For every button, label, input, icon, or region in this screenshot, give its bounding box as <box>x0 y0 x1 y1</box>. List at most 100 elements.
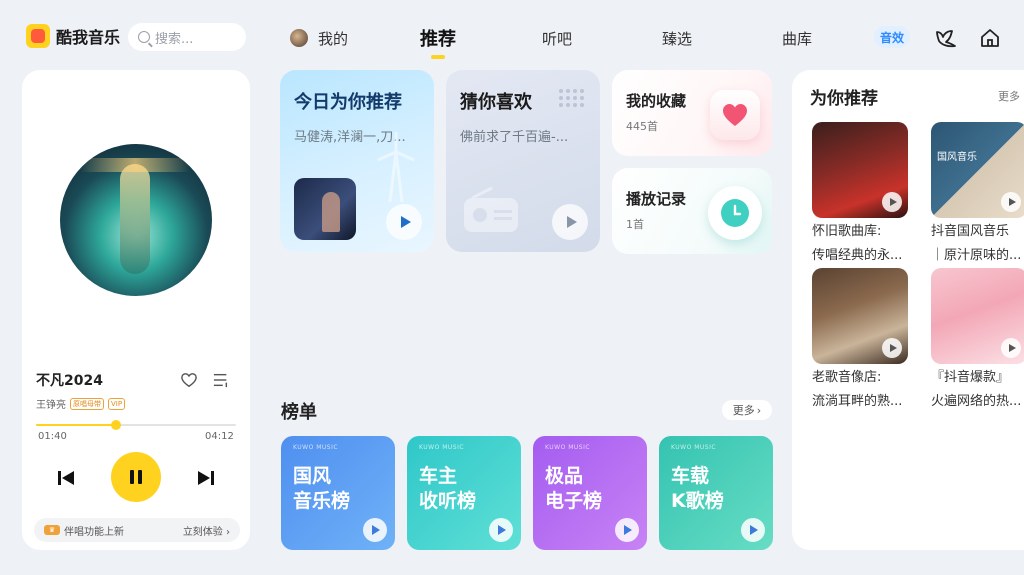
heart-icon <box>723 104 747 126</box>
sound-effect-button[interactable]: 音效 <box>874 26 910 48</box>
now-playing-card: 不凡2024 王铮亮 原唱母带 VIP 01:40 04:12 ♛ 伴唱功能上新 <box>22 70 250 550</box>
progress-fill <box>36 424 116 426</box>
recommend-more-button[interactable]: 更多 <box>998 88 1020 104</box>
recommend-item[interactable]: 老歌音像店: 流淌耳畔的熟... <box>812 268 908 412</box>
play-icon <box>400 216 411 228</box>
play-icon <box>566 216 577 228</box>
history-icon-box <box>708 186 762 240</box>
today-play-button[interactable] <box>386 204 422 240</box>
top-bar: 酷我音乐 搜索... 我的 推荐 听吧 臻选 曲库 音效 <box>0 0 1024 70</box>
windmill-decoration-icon <box>377 132 415 202</box>
song-title: 不凡2024 <box>36 373 103 389</box>
today-recommend-card[interactable]: 今日为你推荐 马健涛,洋澜一,刀... <box>280 70 434 252</box>
crown-icon: ♛ <box>44 525 60 535</box>
recommend-thumbnail <box>931 268 1024 364</box>
car-link-icon[interactable] <box>934 26 958 50</box>
tab-tingba-label: 听吧 <box>542 29 573 48</box>
song-artist-row: 王铮亮 原唱母带 VIP <box>36 396 126 411</box>
tab-recommend[interactable]: 推荐 <box>420 24 456 59</box>
recommend-item[interactable]: 国风音乐 抖音国风音乐 ｜原汁原味的... <box>931 122 1024 266</box>
charts-more-button[interactable]: 更多 › <box>722 400 772 420</box>
guess-play-button[interactable] <box>552 204 588 240</box>
charts-section-title: 榜单 <box>281 402 317 423</box>
app-logo[interactable]: 酷我音乐 <box>26 24 120 48</box>
progress-handle[interactable] <box>111 420 121 430</box>
chart-brand: KUWO MUSIC <box>545 444 591 451</box>
total-time: 04:12 <box>205 431 234 442</box>
feature-action[interactable]: 立刻体验 › <box>183 523 230 538</box>
sing-along-banner[interactable]: ♛ 伴唱功能上新 立刻体验 › <box>34 518 240 542</box>
favorites-icon-box <box>710 90 760 140</box>
recommend-caption-2: 火遍网络的热... <box>931 394 1022 409</box>
vip-tag: VIP <box>108 397 126 410</box>
recommend-caption-1: 『抖音爆款』 <box>931 370 1010 385</box>
play-icon[interactable] <box>615 518 639 542</box>
chart-name: 车主 收听榜 <box>419 465 477 512</box>
recommend-item[interactable]: 『抖音爆款』 火遍网络的热... <box>931 268 1024 412</box>
play-icon[interactable] <box>741 518 765 542</box>
play-icon <box>882 338 902 358</box>
chart-name: 国风 音乐榜 <box>293 465 351 512</box>
recommend-caption-1: 怀旧歌曲库: <box>812 224 882 239</box>
guess-subtitle: 佛前求了千百遍-... <box>460 130 569 145</box>
today-title: 今日为你推荐 <box>294 92 402 113</box>
clock-icon <box>721 199 749 227</box>
history-title: 播放记录 <box>626 190 687 208</box>
chart-card[interactable]: KUWO MUSIC 车载 K歌榜 <box>659 436 773 550</box>
home-icon[interactable] <box>978 26 1002 50</box>
feature-text: 伴唱功能上新 <box>64 526 124 538</box>
heart-icon[interactable] <box>180 372 198 388</box>
guess-you-like-card[interactable]: 猜你喜欢 佛前求了千百遍-... <box>446 70 600 252</box>
recommend-caption-1: 老歌音像店: <box>812 370 882 385</box>
chart-card[interactable]: KUWO MUSIC 国风 音乐榜 <box>281 436 395 550</box>
radio-icon <box>464 186 518 232</box>
chevron-right-icon: › <box>756 403 762 417</box>
current-time: 01:40 <box>38 431 67 442</box>
progress-bar[interactable] <box>36 420 236 430</box>
previous-icon[interactable] <box>56 468 76 488</box>
chart-brand: KUWO MUSIC <box>671 444 717 451</box>
play-icon[interactable] <box>363 518 387 542</box>
chart-name: 极品 电子榜 <box>545 465 603 512</box>
tab-tingba[interactable]: 听吧 <box>542 24 572 52</box>
today-thumbnail <box>294 178 356 240</box>
tab-mine[interactable]: 我的 <box>290 24 348 52</box>
recommend-thumbnail <box>812 268 908 364</box>
recommend-caption-2: 流淌耳畔的熟... <box>812 394 903 409</box>
avatar <box>290 29 308 47</box>
chart-card[interactable]: KUWO MUSIC 车主 收听榜 <box>407 436 521 550</box>
next-icon[interactable] <box>196 468 216 488</box>
guess-title: 猜你喜欢 <box>460 92 532 113</box>
recommend-caption-2: 传唱经典的永... <box>812 248 903 263</box>
play-icon <box>1001 192 1021 212</box>
favorites-count: 445首 <box>626 120 658 133</box>
recommend-caption-1: 抖音国风音乐 <box>931 224 1010 239</box>
tab-zhenxuan[interactable]: 臻选 <box>662 24 692 52</box>
app-name: 酷我音乐 <box>56 28 121 47</box>
recommend-thumbnail: 国风音乐 <box>931 122 1024 218</box>
my-favorites-card[interactable]: 我的收藏 445首 <box>612 70 772 156</box>
search-input[interactable]: 搜索... <box>128 23 246 51</box>
chart-card[interactable]: KUWO MUSIC 极品 电子榜 <box>533 436 647 550</box>
thumbnail-label: 国风音乐 <box>937 152 977 163</box>
tab-zhenxuan-label: 臻选 <box>662 29 693 48</box>
charts-more-label: 更多 <box>732 404 755 417</box>
search-placeholder: 搜索... <box>155 31 194 47</box>
dots-decoration-icon <box>559 89 584 107</box>
play-icon <box>1001 338 1021 358</box>
tab-quku-label: 曲库 <box>782 29 813 48</box>
recommend-panel: 为你推荐 更多 怀旧歌曲库: 传唱经典的永... 国风音乐 抖音国风音乐 ｜原汁… <box>792 70 1024 550</box>
chart-name: 车载 K歌榜 <box>671 465 724 512</box>
master-tag: 原唱母带 <box>70 397 104 410</box>
artist-name[interactable]: 王铮亮 <box>36 396 66 411</box>
play-icon[interactable] <box>489 518 513 542</box>
history-count: 1首 <box>626 218 644 231</box>
pause-button[interactable] <box>111 452 161 502</box>
favorites-title: 我的收藏 <box>626 92 687 110</box>
play-history-card[interactable]: 播放记录 1首 <box>612 168 772 254</box>
recommend-title: 为你推荐 <box>810 89 878 109</box>
tab-quku[interactable]: 曲库 <box>782 24 812 52</box>
recommend-item[interactable]: 怀旧歌曲库: 传唱经典的永... <box>812 122 908 266</box>
playlist-icon[interactable] <box>212 372 230 388</box>
album-cover[interactable] <box>60 144 212 296</box>
